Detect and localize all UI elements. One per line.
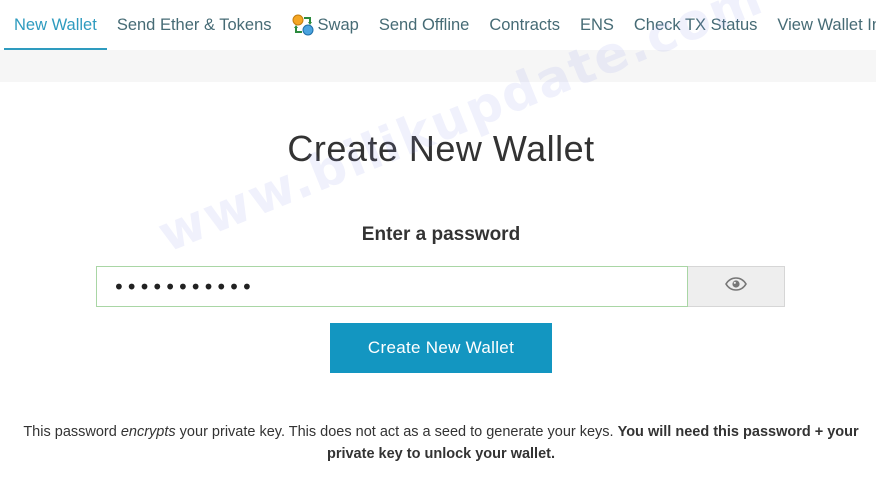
tab-swap[interactable]: Swap: [282, 0, 369, 50]
password-label: Enter a password: [361, 224, 521, 245]
page-title: Create New Wallet: [287, 128, 595, 169]
swap-icon: [292, 14, 314, 36]
tab-new-wallet[interactable]: New Wallet: [4, 0, 107, 50]
top-nav: New Wallet Send Ether & Tokens Swap Send…: [0, 0, 876, 82]
tab-view-wallet-info-label: View Wallet Info: [777, 16, 876, 34]
tab-check-tx-status-label: Check TX Status: [633, 16, 758, 34]
password-note: This password encrypts your private key.…: [10, 421, 872, 465]
tab-send-offline[interactable]: Send Offline: [369, 0, 480, 50]
note-emphasis: encrypts: [120, 424, 176, 440]
tab-send-ether-tokens-label: Send Ether & Tokens: [116, 16, 272, 34]
tab-send-offline-label: Send Offline: [378, 16, 470, 34]
tab-contracts[interactable]: Contracts: [479, 0, 570, 50]
tab-view-wallet-info[interactable]: View Wallet Info: [767, 0, 876, 50]
tab-check-tx-status[interactable]: Check TX Status: [624, 0, 768, 50]
password-input[interactable]: [96, 266, 688, 307]
create-new-wallet-button[interactable]: Create New Wallet: [330, 323, 552, 373]
note-text-2: your private key. This does not act as a…: [175, 424, 618, 440]
note-text-1: This password: [23, 424, 121, 440]
page: New Wallet Send Ether & Tokens Swap Send…: [0, 0, 876, 478]
tab-swap-label: Swap: [317, 16, 359, 34]
tab-ens-label: ENS: [579, 16, 614, 34]
show-password-toggle[interactable]: [688, 266, 785, 307]
nav-items: New Wallet Send Ether & Tokens Swap Send…: [4, 0, 876, 50]
tab-contracts-label: Contracts: [489, 16, 560, 34]
password-row: [96, 266, 785, 307]
tab-ens[interactable]: ENS: [570, 0, 624, 50]
tab-send-ether-tokens[interactable]: Send Ether & Tokens: [107, 0, 282, 50]
eye-icon: [725, 277, 747, 296]
tab-new-wallet-label: New Wallet: [14, 16, 97, 34]
